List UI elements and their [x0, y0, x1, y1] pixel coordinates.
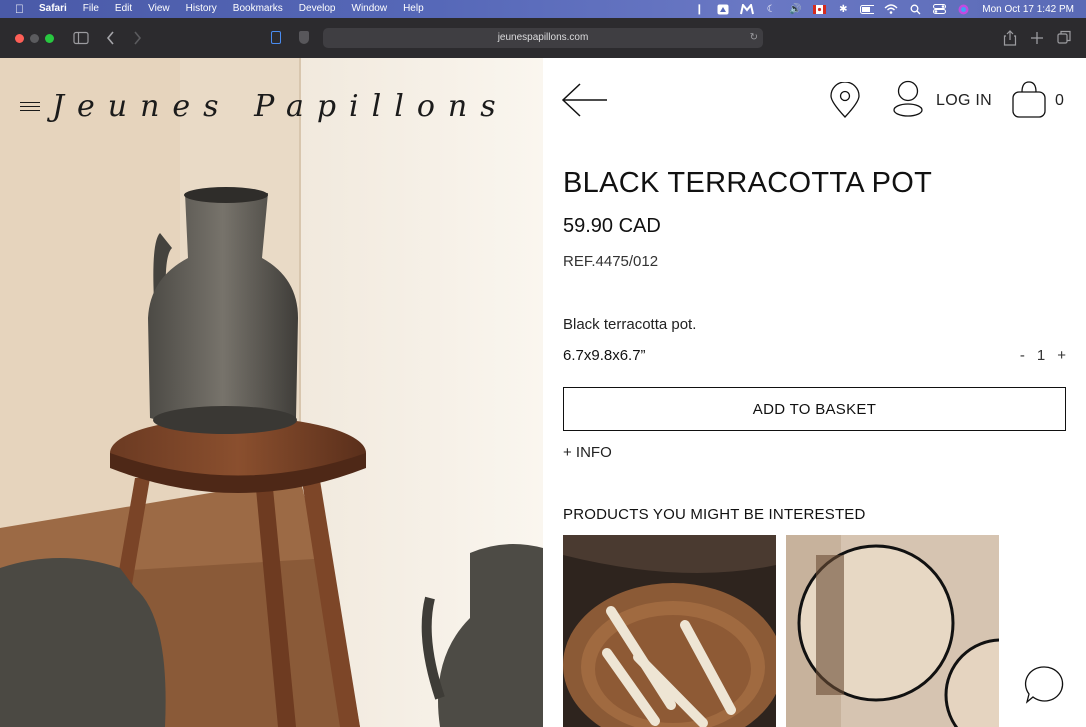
pot-on-stool-photo [0, 58, 543, 727]
flag-icon[interactable] [812, 4, 826, 15]
qty-value: 1 [1036, 347, 1046, 364]
qty-decrease-button[interactable]: - [1020, 347, 1025, 364]
chat-bubble-icon[interactable] [1024, 665, 1064, 705]
bag-count[interactable]: 0 [1055, 92, 1064, 110]
safari-toolbar: jeunespapillons.com ↻ [0, 18, 1086, 59]
store-location-icon[interactable] [829, 81, 861, 118]
battery-icon[interactable] [860, 4, 875, 15]
wifi-icon[interactable] [884, 4, 898, 15]
figma-icon[interactable]: ❙ [692, 4, 706, 15]
macos-menu-bar:  Safari File Edit View History Bookmark… [0, 0, 1086, 18]
apple-icon[interactable]:  [15, 0, 27, 18]
product-hero-image: Jeunes Papillons [0, 58, 543, 727]
menu-develop[interactable]: Develop [299, 0, 336, 18]
quantity-stepper: - 1 + [1020, 347, 1066, 364]
menu-help[interactable]: Help [403, 0, 424, 18]
menu-history[interactable]: History [186, 0, 217, 18]
site-logo[interactable]: Jeunes Papillons [52, 89, 509, 124]
back-arrow-icon[interactable] [561, 82, 611, 118]
login-link[interactable]: LOG IN [936, 92, 992, 110]
volume-icon[interactable]: 🔊 [788, 4, 802, 15]
menu-view[interactable]: View [148, 0, 170, 18]
close-window-button[interactable] [15, 34, 24, 43]
search-icon[interactable] [908, 4, 922, 15]
related-products-title: PRODUCTS YOU MIGHT BE INTERESTED [563, 506, 866, 523]
malwarebytes-icon[interactable] [740, 3, 755, 15]
product-description: Black terracotta pot. [563, 316, 697, 333]
menu-app-safari[interactable]: Safari [39, 0, 67, 18]
related-product-round-mirror[interactable] [786, 535, 999, 727]
shopping-bag-icon[interactable] [1011, 80, 1047, 118]
user-account-icon[interactable] [891, 80, 925, 118]
brand: Jeunes Papillons [20, 89, 509, 124]
product-title: BLACK TERRACOTTA POT [563, 167, 933, 199]
product-price: 59.90 CAD [563, 215, 661, 237]
url-text: jeunespapillons.com [497, 32, 589, 43]
more-info-toggle[interactable]: + INFO [563, 444, 612, 461]
moon-icon[interactable]: ☾ [764, 4, 778, 15]
siri-icon[interactable] [956, 4, 970, 15]
menu-file[interactable]: File [83, 0, 99, 18]
add-to-basket-button[interactable]: ADD TO BASKET [563, 387, 1066, 431]
page-icon[interactable] [271, 31, 281, 44]
bluetooth-icon[interactable]: ✱ [836, 4, 850, 15]
minimize-window-button[interactable] [30, 34, 39, 43]
control-center-icon[interactable] [932, 4, 946, 15]
reload-icon[interactable]: ↻ [750, 28, 758, 48]
product-dimensions: 6.7x9.8x6.7” [563, 347, 646, 364]
privacy-shield-icon[interactable] [299, 31, 309, 44]
menu-edit[interactable]: Edit [115, 0, 132, 18]
related-product-candles-tray[interactable] [563, 535, 776, 727]
drive-icon[interactable] [716, 4, 730, 15]
qty-increase-button[interactable]: + [1057, 347, 1066, 364]
menubar-clock[interactable]: Mon Oct 17 1:42 PM [982, 4, 1074, 15]
menu-bookmarks[interactable]: Bookmarks [233, 0, 283, 18]
menu-window[interactable]: Window [352, 0, 388, 18]
address-bar[interactable]: jeunespapillons.com ↻ [323, 28, 763, 48]
hamburger-menu-icon[interactable] [20, 101, 40, 113]
zoom-window-button[interactable] [45, 34, 54, 43]
add-to-basket-label: ADD TO BASKET [752, 400, 877, 418]
product-detail-panel: LOG IN 0 BLACK TERRACOTTA POT 59.90 CAD … [543, 58, 1086, 727]
product-ref: REF.4475/012 [563, 253, 659, 270]
status-area: ❙ ☾ 🔊 ✱ Mon Oct 17 1:42 PM [682, 0, 1086, 18]
